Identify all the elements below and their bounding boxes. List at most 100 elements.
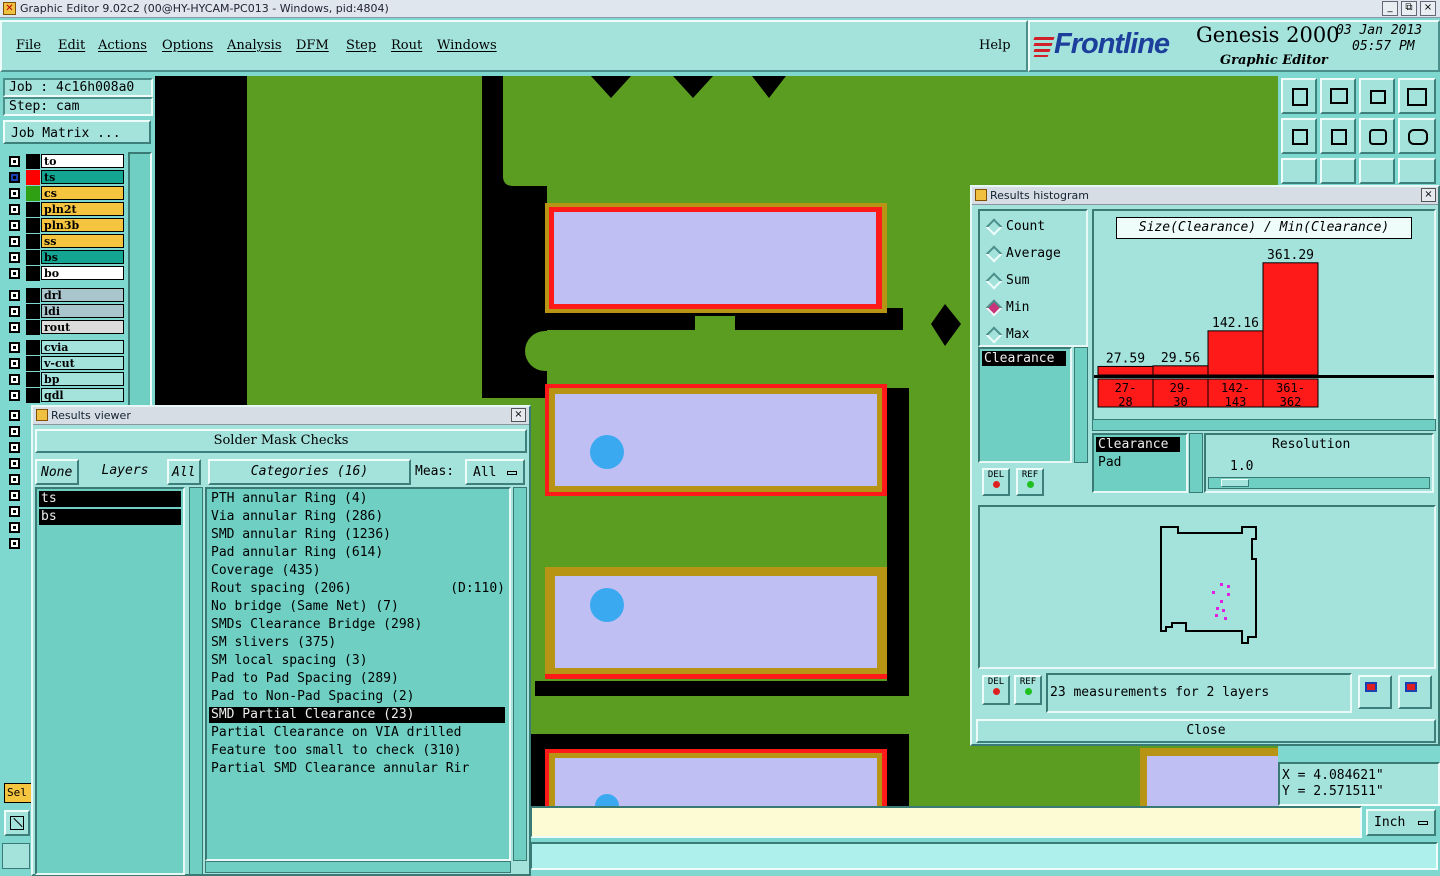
- preview-del-button[interactable]: DEL: [982, 675, 1010, 705]
- layer-color-swatch[interactable]: [26, 340, 40, 355]
- layer-checkbox[interactable]: [9, 342, 20, 353]
- mode-option[interactable]: Sum: [982, 271, 1082, 291]
- resolution-slider[interactable]: [1208, 477, 1430, 489]
- layer-checkbox[interactable]: [9, 458, 20, 469]
- measure-del-button[interactable]: DEL: [982, 468, 1010, 496]
- job-matrix-button[interactable]: Job Matrix ...: [3, 120, 151, 144]
- measure-item[interactable]: Clearance: [982, 351, 1066, 366]
- layer-name[interactable]: ldi: [41, 304, 124, 318]
- layer-checkbox[interactable]: [9, 172, 20, 183]
- tool-export-button[interactable]: [1320, 118, 1356, 154]
- chart-hscrollbar[interactable]: [1092, 419, 1436, 431]
- histogram-close-button[interactable]: Close: [976, 719, 1436, 743]
- tool-layout-button[interactable]: [1398, 78, 1436, 114]
- mode-option[interactable]: Max: [982, 325, 1082, 345]
- layer-color-swatch[interactable]: [26, 356, 40, 371]
- layer-color-swatch[interactable]: [26, 320, 40, 335]
- layer-checkbox[interactable]: [9, 220, 20, 231]
- layer-row[interactable]: drl: [6, 288, 124, 303]
- tool-home-button[interactable]: [1359, 78, 1395, 114]
- category-item[interactable]: Pad annular Ring (614): [209, 545, 505, 561]
- layer-row[interactable]: bo: [6, 266, 124, 281]
- layer-color-swatch[interactable]: [26, 304, 40, 319]
- result-layer-item[interactable]: ts: [39, 491, 181, 507]
- radio-icon[interactable]: [985, 218, 1003, 236]
- layer-checkbox[interactable]: [9, 442, 20, 453]
- tool-center-button[interactable]: [1320, 158, 1356, 184]
- layer-row[interactable]: pln3b: [6, 218, 124, 233]
- layer-color-swatch[interactable]: [26, 186, 40, 201]
- layer-color-swatch[interactable]: [26, 234, 40, 249]
- result-layer-item[interactable]: bs: [39, 509, 181, 525]
- menu-help[interactable]: Help: [979, 38, 1011, 53]
- layer-checkbox[interactable]: [9, 426, 20, 437]
- radio-icon[interactable]: [985, 272, 1003, 290]
- layer-color-swatch[interactable]: [26, 250, 40, 265]
- layer-color-swatch[interactable]: [26, 372, 40, 387]
- meas-select[interactable]: All: [465, 459, 525, 485]
- layer-name[interactable]: bs: [41, 250, 124, 264]
- units-select[interactable]: Inch: [1366, 809, 1436, 836]
- layer-row[interactable]: qdl: [6, 388, 124, 403]
- command-line[interactable]: [530, 806, 1362, 838]
- histogram-bar[interactable]: [1262, 262, 1319, 376]
- close-window-button[interactable]: ×: [1420, 1, 1436, 16]
- radio-icon[interactable]: [985, 299, 1003, 317]
- zoom-fit-button[interactable]: [4, 810, 30, 836]
- results-viewer-close-button[interactable]: ×: [511, 408, 526, 422]
- menu-edit[interactable]: Edit: [58, 38, 85, 53]
- layer-row[interactable]: pln2t: [6, 202, 124, 217]
- layer-checkbox[interactable]: [9, 156, 20, 167]
- layer-name[interactable]: v-cut: [41, 356, 124, 370]
- layer-checkbox[interactable]: [9, 522, 20, 533]
- layer-color-swatch[interactable]: [26, 170, 40, 185]
- category-item[interactable]: Rout spacing (206) (D:110): [209, 581, 505, 597]
- layer-checkbox[interactable]: [9, 188, 20, 199]
- category-item[interactable]: Partial SMD Clearance annular Rir: [209, 761, 505, 777]
- preview-ref-button[interactable]: REF: [1014, 675, 1042, 705]
- filter-item[interactable]: Pad: [1096, 455, 1180, 470]
- layer-row[interactable]: cs: [6, 186, 124, 201]
- layer-name[interactable]: qdl: [41, 388, 124, 402]
- radio-icon[interactable]: [985, 326, 1003, 344]
- histogram-bar[interactable]: [1152, 365, 1209, 376]
- layer-row[interactable]: v-cut: [6, 356, 124, 371]
- layer-checkbox[interactable]: [9, 358, 20, 369]
- category-item[interactable]: Feature too small to check (310): [209, 743, 505, 759]
- layer-color-swatch[interactable]: [26, 154, 40, 169]
- layer-color-swatch[interactable]: [26, 388, 40, 403]
- histogram-close-x-button[interactable]: ×: [1421, 188, 1436, 202]
- layer-checkbox[interactable]: [9, 374, 20, 385]
- category-item[interactable]: Pad to Pad Spacing (289): [209, 671, 505, 687]
- tool-snake-button[interactable]: [1398, 118, 1436, 154]
- layer-color-swatch[interactable]: [26, 218, 40, 233]
- layer-name[interactable]: cs: [41, 186, 124, 200]
- layers-none-button[interactable]: None: [35, 459, 79, 485]
- layer-checkbox[interactable]: [9, 290, 20, 301]
- layer-row[interactable]: bp: [6, 372, 124, 387]
- layer-checkbox[interactable]: [9, 322, 20, 333]
- tool-rotate-button[interactable]: [1359, 118, 1395, 154]
- category-item[interactable]: SMD annular Ring (1236): [209, 527, 505, 543]
- layer-checkbox[interactable]: [9, 268, 20, 279]
- category-item[interactable]: No bridge (Same Net) (7): [209, 599, 505, 615]
- filter-scrollbar[interactable]: [1189, 433, 1203, 493]
- tool-open-button[interactable]: [1281, 78, 1317, 114]
- tool-help-button[interactable]: [1398, 158, 1436, 184]
- layer-checkbox[interactable]: [9, 252, 20, 263]
- menu-rout[interactable]: Rout: [391, 38, 422, 53]
- layer-checkbox[interactable]: [9, 506, 20, 517]
- layer-name[interactable]: pln2t: [41, 202, 124, 216]
- layer-name[interactable]: bp: [41, 372, 124, 386]
- tool-scale-button[interactable]: [1359, 158, 1395, 184]
- category-hscrollbar[interactable]: [205, 861, 511, 873]
- category-scrollbar[interactable]: [513, 487, 527, 861]
- layer-name[interactable]: bo: [41, 266, 124, 280]
- menu-step[interactable]: Step: [346, 38, 376, 53]
- layer-checkbox[interactable]: [9, 390, 20, 401]
- maximize-button[interactable]: ⧉: [1401, 1, 1417, 16]
- layer-checkbox[interactable]: [9, 538, 20, 549]
- measure-scrollbar[interactable]: [1074, 347, 1088, 463]
- select-indicator[interactable]: Sel: [4, 783, 32, 803]
- menu-actions[interactable]: Actions: [98, 38, 147, 53]
